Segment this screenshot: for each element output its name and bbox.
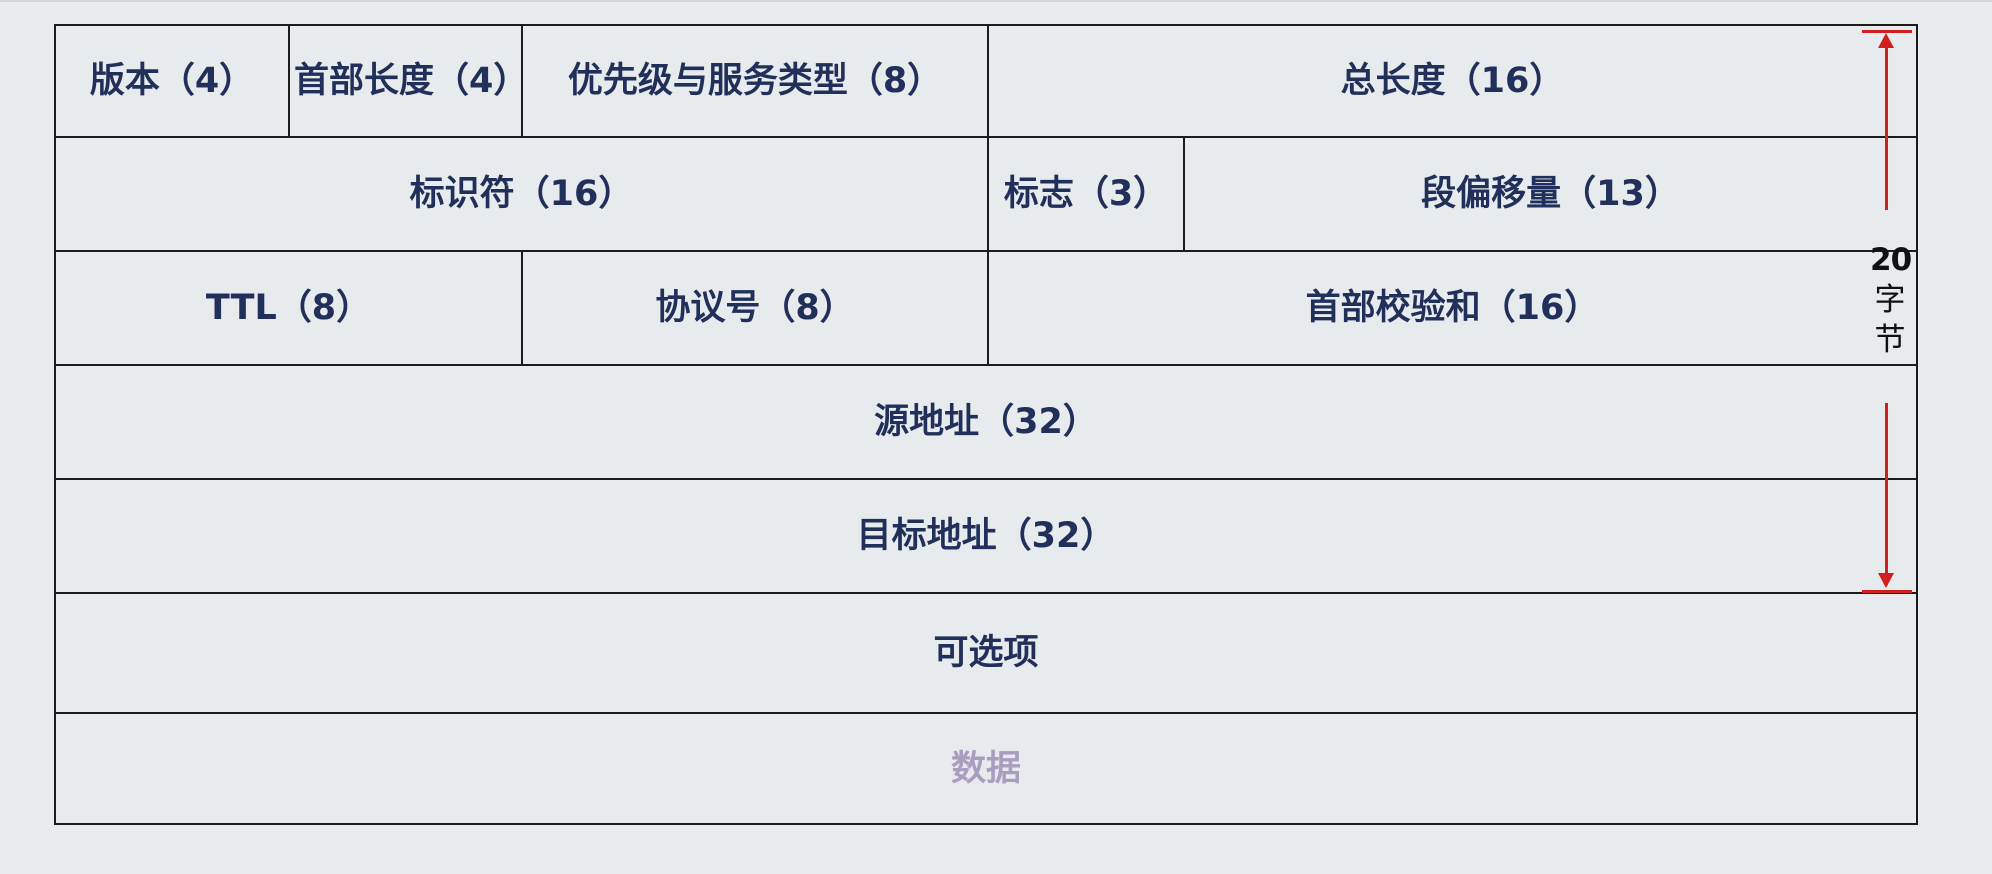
field-type-of-service: 优先级与服务类型（8）	[523, 26, 989, 136]
top-divider	[0, 0, 1992, 2]
header-row-source: 源地址（32）	[56, 366, 1916, 480]
field-flags: 标志（3）	[989, 138, 1185, 250]
field-data: 数据	[950, 748, 1021, 789]
field-header-checksum: 首部校验和（16）	[1305, 288, 1600, 328]
bracket-upper-line	[1885, 46, 1888, 210]
header-size-number: 20	[1870, 242, 1912, 278]
field-header-length: 首部长度（4）	[290, 26, 528, 136]
field-options: 可选项	[933, 633, 1039, 673]
field-source-address: 源地址（32）	[874, 402, 1098, 442]
header-size-label: 20 字 节	[1870, 240, 1912, 360]
ip-header-diagram: 版本（4） 首部长度（4） 优先级与服务类型（8） 总长度（16） 标识符（16…	[54, 24, 1918, 825]
header-row-3: TTL（8） 协议号（8） 首部校验和（16）	[56, 252, 1916, 366]
field-identifier: 标识符（16）	[56, 138, 989, 250]
header-row-data: 数据	[56, 714, 1916, 823]
field-fragment-offset: 段偏移量（13）	[1421, 174, 1680, 214]
header-row-options: 可选项	[56, 594, 1916, 714]
bracket-bottom-cap	[1862, 590, 1912, 593]
header-size-char-1: 字	[1874, 282, 1906, 318]
header-size-char-2: 节	[1874, 322, 1906, 358]
field-destination-address: 目标地址（32）	[856, 516, 1116, 556]
field-version: 版本（4）	[56, 26, 290, 136]
field-ttl: TTL（8）	[56, 252, 523, 364]
arrow-down-icon	[1878, 573, 1894, 588]
field-total-length: 总长度（16）	[1340, 61, 1565, 101]
bracket-lower-line	[1885, 403, 1888, 575]
header-row-1: 版本（4） 首部长度（4） 优先级与服务类型（8） 总长度（16）	[56, 26, 1916, 138]
header-row-2: 标识符（16） 标志（3） 段偏移量（13）	[56, 138, 1916, 252]
header-row-destination: 目标地址（32）	[56, 480, 1916, 594]
field-protocol: 协议号（8）	[523, 252, 989, 364]
